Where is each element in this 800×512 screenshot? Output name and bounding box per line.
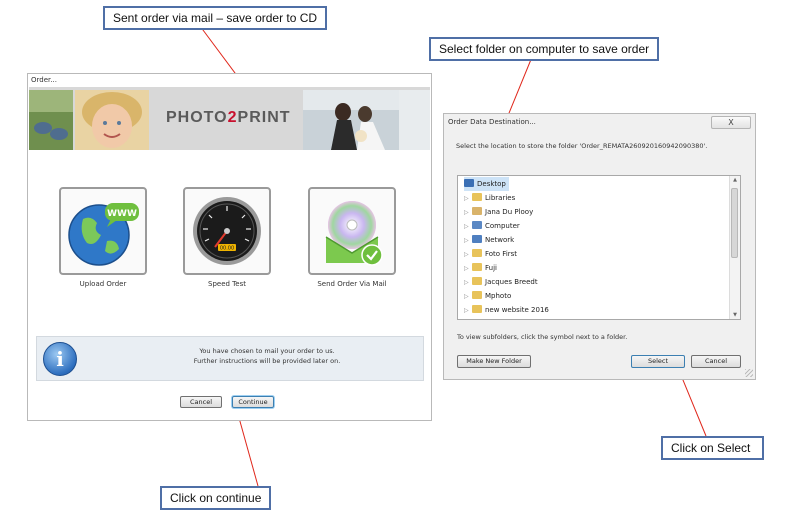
expand-arrow-icon[interactable]: ▷ xyxy=(464,304,472,318)
tree-item-fuji[interactable]: ▷ Fuji xyxy=(464,261,497,275)
speedometer-icon: 00.00 xyxy=(193,197,261,265)
expand-arrow-icon[interactable]: ▷ xyxy=(464,192,472,206)
cancel-button[interactable]: Cancel xyxy=(691,355,741,368)
tree-item-foto-first[interactable]: ▷ Foto First xyxy=(464,247,517,261)
folder-icon xyxy=(472,249,482,257)
scrollbar-thumb[interactable] xyxy=(731,188,738,258)
tree-item-mphoto[interactable]: ▷ Mphoto xyxy=(464,289,511,303)
folder-icon xyxy=(472,277,482,285)
speed-test-label: Speed Test xyxy=(208,280,246,288)
svg-text:00.00: 00.00 xyxy=(220,246,234,252)
resize-grip-icon[interactable] xyxy=(745,369,753,377)
expand-arrow-icon[interactable]: ▷ xyxy=(464,262,472,276)
network-icon xyxy=(472,235,482,243)
info-panel: i You have chosen to mail your order to … xyxy=(36,336,424,381)
info-icon: i xyxy=(43,342,77,376)
callout-select-folder: Select folder on computer to save order xyxy=(429,37,660,61)
upload-order-tile[interactable]: WWW xyxy=(59,187,147,275)
destination-prompt: Select the location to store the folder … xyxy=(456,142,708,150)
expand-arrow-icon[interactable]: ▷ xyxy=(464,248,472,262)
upload-order-label: Upload Order xyxy=(79,280,127,288)
folder-icon xyxy=(472,291,482,299)
photo2print-logo: PHOTO2PRINT xyxy=(166,109,291,126)
folder-tree[interactable]: Desktop ▷ Libraries ▷ Jana Du Plooy ▷ Compu… xyxy=(457,175,741,320)
callout-click-select: Click on Select xyxy=(661,436,764,460)
tree-item-jana-du-plooy[interactable]: ▷ Jana Du Plooy xyxy=(464,205,533,219)
expand-arrow-icon[interactable]: ▷ xyxy=(464,206,472,220)
order-window: Order... PHOTO2PRINT WWW 00.00 Upload Or… xyxy=(27,73,432,421)
svg-text:WWW: WWW xyxy=(107,209,137,219)
tree-item-network[interactable]: ▷ Network xyxy=(464,233,514,247)
order-window-title: Order... xyxy=(31,76,57,84)
libraries-icon xyxy=(472,193,482,201)
globe-www-icon: WWW xyxy=(68,203,139,266)
make-new-folder-button[interactable]: Make New Folder xyxy=(457,355,531,368)
computer-icon xyxy=(472,221,482,229)
callout-sent-order: Sent order via mail – save order to CD xyxy=(103,6,328,30)
expand-arrow-icon[interactable]: ▷ xyxy=(464,290,472,304)
wedding-photo xyxy=(303,90,430,150)
continue-button[interactable]: Continue xyxy=(232,396,274,408)
user-folder-icon xyxy=(472,207,482,215)
tree-item-jacques-breedt[interactable]: ▷ Jacques Breedt xyxy=(464,275,538,289)
close-button[interactable]: X xyxy=(711,116,751,129)
expand-arrow-icon[interactable]: ▷ xyxy=(464,276,472,290)
subfolder-hint: To view subfolders, click the symbol nex… xyxy=(457,333,628,341)
speed-test-tile[interactable]: 00.00 xyxy=(183,187,271,275)
scroll-up-icon[interactable]: ▲ xyxy=(730,177,740,183)
photo2print-banner: PHOTO2PRINT xyxy=(29,87,430,150)
send-order-via-mail-tile[interactable] xyxy=(308,187,396,275)
cancel-button[interactable]: Cancel xyxy=(180,396,222,408)
desktop-icon xyxy=(464,179,474,187)
expand-arrow-icon[interactable]: ▷ xyxy=(464,220,472,234)
select-button[interactable]: Select xyxy=(631,355,685,368)
cd-mail-icon xyxy=(325,201,383,266)
baby-shoes-photo xyxy=(29,90,73,150)
order-data-destination-window: Order Data Destination... X Select the l… xyxy=(443,113,756,380)
send-order-via-mail-label: Send Order Via Mail xyxy=(317,280,387,288)
tree-item-libraries[interactable]: ▷ Libraries xyxy=(464,191,515,205)
tree-scrollbar[interactable]: ▲ ▼ xyxy=(729,176,740,319)
child-photo xyxy=(75,90,149,150)
destination-window-title: Order Data Destination... xyxy=(448,118,536,126)
tree-item-desktop[interactable]: Desktop xyxy=(464,177,509,191)
folder-icon xyxy=(472,305,482,313)
tree-item-computer[interactable]: ▷ Computer xyxy=(464,219,520,233)
scroll-down-icon[interactable]: ▼ xyxy=(730,312,740,318)
expand-arrow-icon[interactable]: ▷ xyxy=(464,234,472,248)
folder-icon xyxy=(472,263,482,271)
info-message: You have chosen to mail your order to us… xyxy=(193,347,341,365)
tree-item-new-website-2016[interactable]: ▷ new website 2016 xyxy=(464,303,549,317)
callout-click-continue: Click on continue xyxy=(160,486,272,510)
